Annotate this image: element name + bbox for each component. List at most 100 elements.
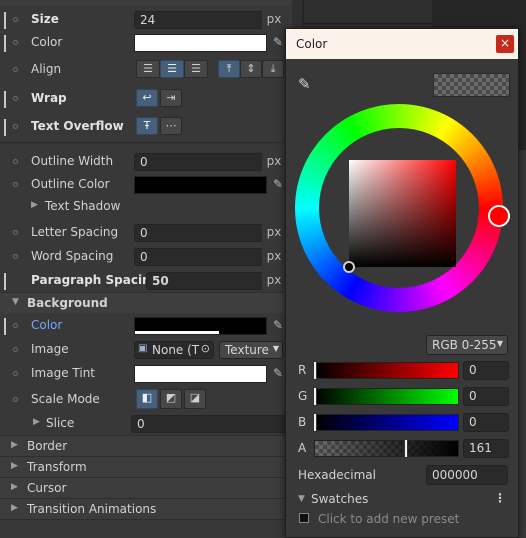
binding-dot-icon[interactable] (13, 323, 18, 328)
foldout-arrow-icon[interactable]: ▶ (11, 440, 18, 450)
section-border[interactable]: ▶ Border (0, 435, 292, 456)
outline-width-unit[interactable]: px (262, 153, 286, 171)
wrap-off-icon[interactable]: ⇥ (160, 89, 182, 107)
b-value-field[interactable]: 0 (463, 413, 509, 432)
foldout-arrow-icon[interactable]: ▶ (11, 461, 18, 471)
section-transition-animations[interactable]: ▶ Transition Animations (0, 498, 292, 519)
object-picker-icon[interactable]: ⊙ (201, 342, 210, 355)
overflow-clip-icon[interactable]: Ŧ (136, 117, 158, 135)
override-bar (4, 318, 6, 335)
paragraph-spacing-field[interactable]: 50 (146, 272, 264, 290)
b-slider-track[interactable] (314, 414, 459, 431)
eyedropper-icon[interactable]: ✎ (270, 318, 286, 334)
r-slider-handle[interactable] (313, 361, 317, 380)
foldout-open-icon[interactable]: ▼ (12, 297, 19, 307)
binding-dot-icon[interactable] (13, 67, 18, 72)
foldout-arrow-icon[interactable]: ▶ (11, 482, 18, 492)
align-row: Align ☰ ☰ ☰ ⤒ ⇕ ⤓ (0, 59, 292, 81)
scale-fit-icon[interactable]: ◪ (184, 389, 206, 409)
r-value-field[interactable]: 0 (463, 361, 509, 380)
image-mode-dropdown[interactable]: Texture ▼ (219, 341, 283, 359)
channel-label: G (298, 389, 308, 403)
g-slider-track[interactable] (314, 388, 459, 405)
binding-dot-icon[interactable] (13, 40, 18, 45)
binding-dot-icon[interactable] (13, 254, 18, 259)
b-slider-handle[interactable] (313, 413, 317, 432)
chevron-down-icon: ▼ (496, 339, 503, 348)
paragraph-spacing-unit[interactable]: px (262, 272, 286, 290)
word-spacing-unit[interactable]: px (262, 248, 286, 266)
image-tint-swatch[interactable] (134, 365, 267, 383)
bg-color-row: Color ✎ (0, 315, 292, 337)
image-object-field[interactable]: ▣ None (T ⊙ (134, 341, 214, 359)
scale-stretch-icon[interactable]: ◧ (136, 389, 158, 409)
a-slider-track[interactable] (314, 440, 459, 457)
a-slider-handle[interactable] (404, 439, 409, 458)
word-spacing-field[interactable]: 0 (134, 248, 264, 266)
word-spacing-row: Word Spacing 0 px (0, 246, 292, 268)
scale-mode-row: Scale Mode ◧ ◩ ◪ (0, 389, 292, 411)
text-color-swatch[interactable] (134, 34, 267, 52)
align-bottom-icon[interactable]: ⤓ (262, 60, 284, 78)
section-transform[interactable]: ▶ Transform (0, 456, 292, 477)
letter-spacing-field[interactable]: 0 (134, 224, 264, 242)
align-left-icon[interactable]: ☰ (136, 60, 160, 78)
binding-dot-icon[interactable] (13, 347, 18, 352)
hex-label: Hexadecimal (298, 468, 376, 482)
eyedropper-icon[interactable]: ✎ (270, 366, 286, 382)
slice-field[interactable]: 0 (131, 415, 291, 433)
letter-spacing-unit[interactable]: px (262, 224, 286, 242)
chevron-down-icon: ▼ (272, 344, 279, 353)
bg-color-swatch[interactable] (134, 317, 267, 335)
eyedropper-icon[interactable]: ✎ (270, 177, 286, 193)
eyedropper-icon[interactable]: ✎ (298, 75, 311, 93)
size-unit[interactable]: px (262, 11, 286, 29)
foldout-arrow-icon[interactable]: ▶ (33, 417, 40, 427)
g-slider-handle[interactable] (313, 387, 317, 406)
channel-g: G 0 (296, 386, 512, 406)
binding-dot-icon[interactable] (13, 230, 18, 235)
size-field[interactable]: 24 (134, 11, 264, 29)
binding-dot-icon[interactable] (13, 124, 18, 129)
binding-dot-icon[interactable] (13, 96, 18, 101)
align-center-icon[interactable]: ☰ (160, 60, 184, 78)
binding-dot-icon[interactable] (13, 371, 18, 376)
more-options-icon[interactable]: ⋮ (494, 491, 506, 505)
inspector-panel: Size 24 px Color ✎ Align ☰ ☰ ☰ ⤒ ⇕ ⤓ Wra… (0, 0, 292, 538)
color-mode-dropdown[interactable]: RGB 0-255 ▼ (426, 335, 508, 355)
text-shadow-row[interactable]: ▶ Text Shadow (0, 196, 292, 218)
inspector-footer (0, 519, 292, 538)
wrap-label: Wrap (31, 91, 67, 105)
align-middle-icon[interactable]: ⇕ (240, 60, 262, 78)
foldout-arrow-icon[interactable]: ▶ (31, 200, 38, 210)
binding-dot-icon[interactable] (13, 159, 18, 164)
binding-dot-icon[interactable] (13, 182, 18, 187)
g-value-field[interactable]: 0 (463, 387, 509, 406)
binding-dot-icon[interactable] (13, 17, 18, 22)
dialog-titlebar[interactable]: Color × (286, 29, 518, 59)
overflow-ellipsis-icon[interactable]: ⋯ (160, 117, 182, 135)
override-bar (4, 273, 6, 290)
swatches-foldout[interactable]: ▼ Swatches ⋮ (298, 491, 510, 510)
outline-width-field[interactable]: 0 (134, 153, 264, 171)
align-top-icon[interactable]: ⤒ (218, 60, 240, 78)
eyedropper-icon[interactable]: ✎ (270, 35, 286, 51)
scale-crop-icon[interactable]: ◩ (160, 389, 182, 409)
saturation-value-square[interactable] (349, 160, 456, 267)
binding-dot-icon[interactable] (13, 397, 18, 402)
background-section-header[interactable]: ▼ Background (0, 292, 292, 313)
a-value-field[interactable]: 161 (463, 439, 509, 458)
outline-color-swatch[interactable] (134, 176, 267, 194)
close-icon[interactable]: × (496, 35, 514, 53)
letter-spacing-row: Letter Spacing 0 px (0, 222, 292, 244)
foldout-open-icon[interactable]: ▼ (298, 494, 305, 504)
add-preset-icon[interactable] (299, 513, 309, 523)
hex-field[interactable]: 000000 (426, 465, 508, 485)
section-cursor[interactable]: ▶ Cursor (0, 477, 292, 498)
foldout-arrow-icon[interactable]: ▶ (11, 503, 18, 513)
r-slider-track[interactable] (314, 362, 459, 379)
hue-handle[interactable] (488, 205, 510, 227)
wrap-on-icon[interactable]: ↩ (136, 89, 158, 107)
align-right-icon[interactable]: ☰ (184, 60, 208, 78)
saturation-value-handle[interactable] (343, 261, 355, 273)
